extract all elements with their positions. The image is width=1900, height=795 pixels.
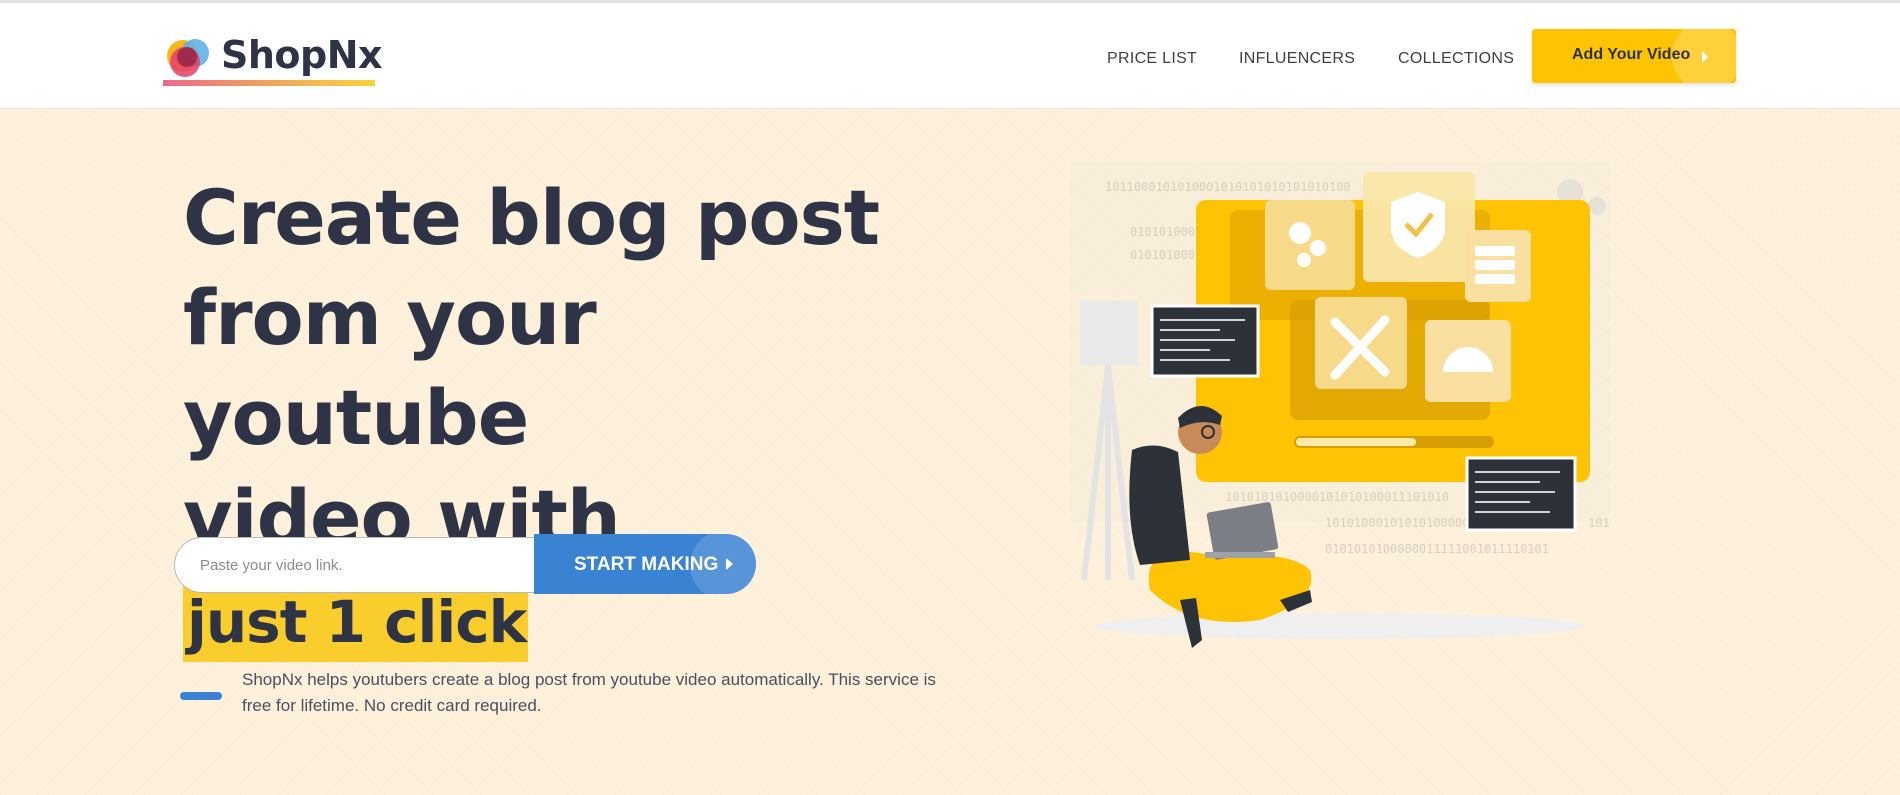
logo-underline bbox=[163, 80, 375, 86]
caret-right-icon bbox=[1702, 51, 1708, 63]
logo-mark-icon bbox=[167, 39, 209, 77]
hero-illustration: 1011000101010001010101010101010100 01010… bbox=[1070, 162, 1610, 648]
description-accent-bar bbox=[180, 692, 222, 700]
video-link-input[interactable] bbox=[174, 537, 554, 593]
brand-name: ShopNx bbox=[221, 33, 383, 77]
brand-logo[interactable]: ShopNx bbox=[163, 33, 383, 89]
floor-shadow bbox=[1095, 613, 1585, 639]
binary-row: 101 bbox=[1588, 516, 1610, 530]
progress-fill bbox=[1296, 438, 1416, 446]
hero-title-line1: Create blog post bbox=[183, 173, 880, 262]
start-making-label: START MAKING bbox=[574, 554, 719, 575]
hero-description: ShopNx helps youtubers create a blog pos… bbox=[242, 670, 936, 715]
binary-row: 1011000101010001010101010101010100 bbox=[1105, 180, 1351, 194]
start-making-button[interactable]: START MAKING bbox=[534, 534, 756, 594]
site-header: ShopNx PRICE LIST INFLUENCERS COLLECTION… bbox=[0, 3, 1900, 109]
server-icon bbox=[1475, 246, 1515, 284]
nav-influencers[interactable]: INFLUENCERS bbox=[1239, 50, 1355, 68]
add-your-video-label: Add Your Video bbox=[1572, 46, 1691, 63]
code-window bbox=[1465, 456, 1577, 532]
caret-right-icon bbox=[726, 558, 733, 570]
tile-settings bbox=[1265, 200, 1355, 290]
add-your-video-button[interactable]: Add Your Video bbox=[1532, 29, 1736, 83]
binary-row: 010101000 bbox=[1130, 248, 1195, 262]
binary-row: 0101010100000011111001011110101 bbox=[1325, 542, 1549, 556]
nav-collections[interactable]: COLLECTIONS bbox=[1398, 50, 1514, 68]
hero-title-highlight: just 1 click bbox=[183, 582, 529, 662]
binary-row: 101010001010101000000 bbox=[1325, 516, 1477, 530]
binary-row: 1010101010000101010100011101010 bbox=[1225, 490, 1449, 504]
hero-title-line2: from your youtube bbox=[183, 273, 597, 462]
nav-price-list[interactable]: PRICE LIST bbox=[1107, 50, 1197, 68]
binary-row: 010101000 bbox=[1130, 225, 1195, 239]
video-link-form: START MAKING bbox=[174, 534, 756, 594]
